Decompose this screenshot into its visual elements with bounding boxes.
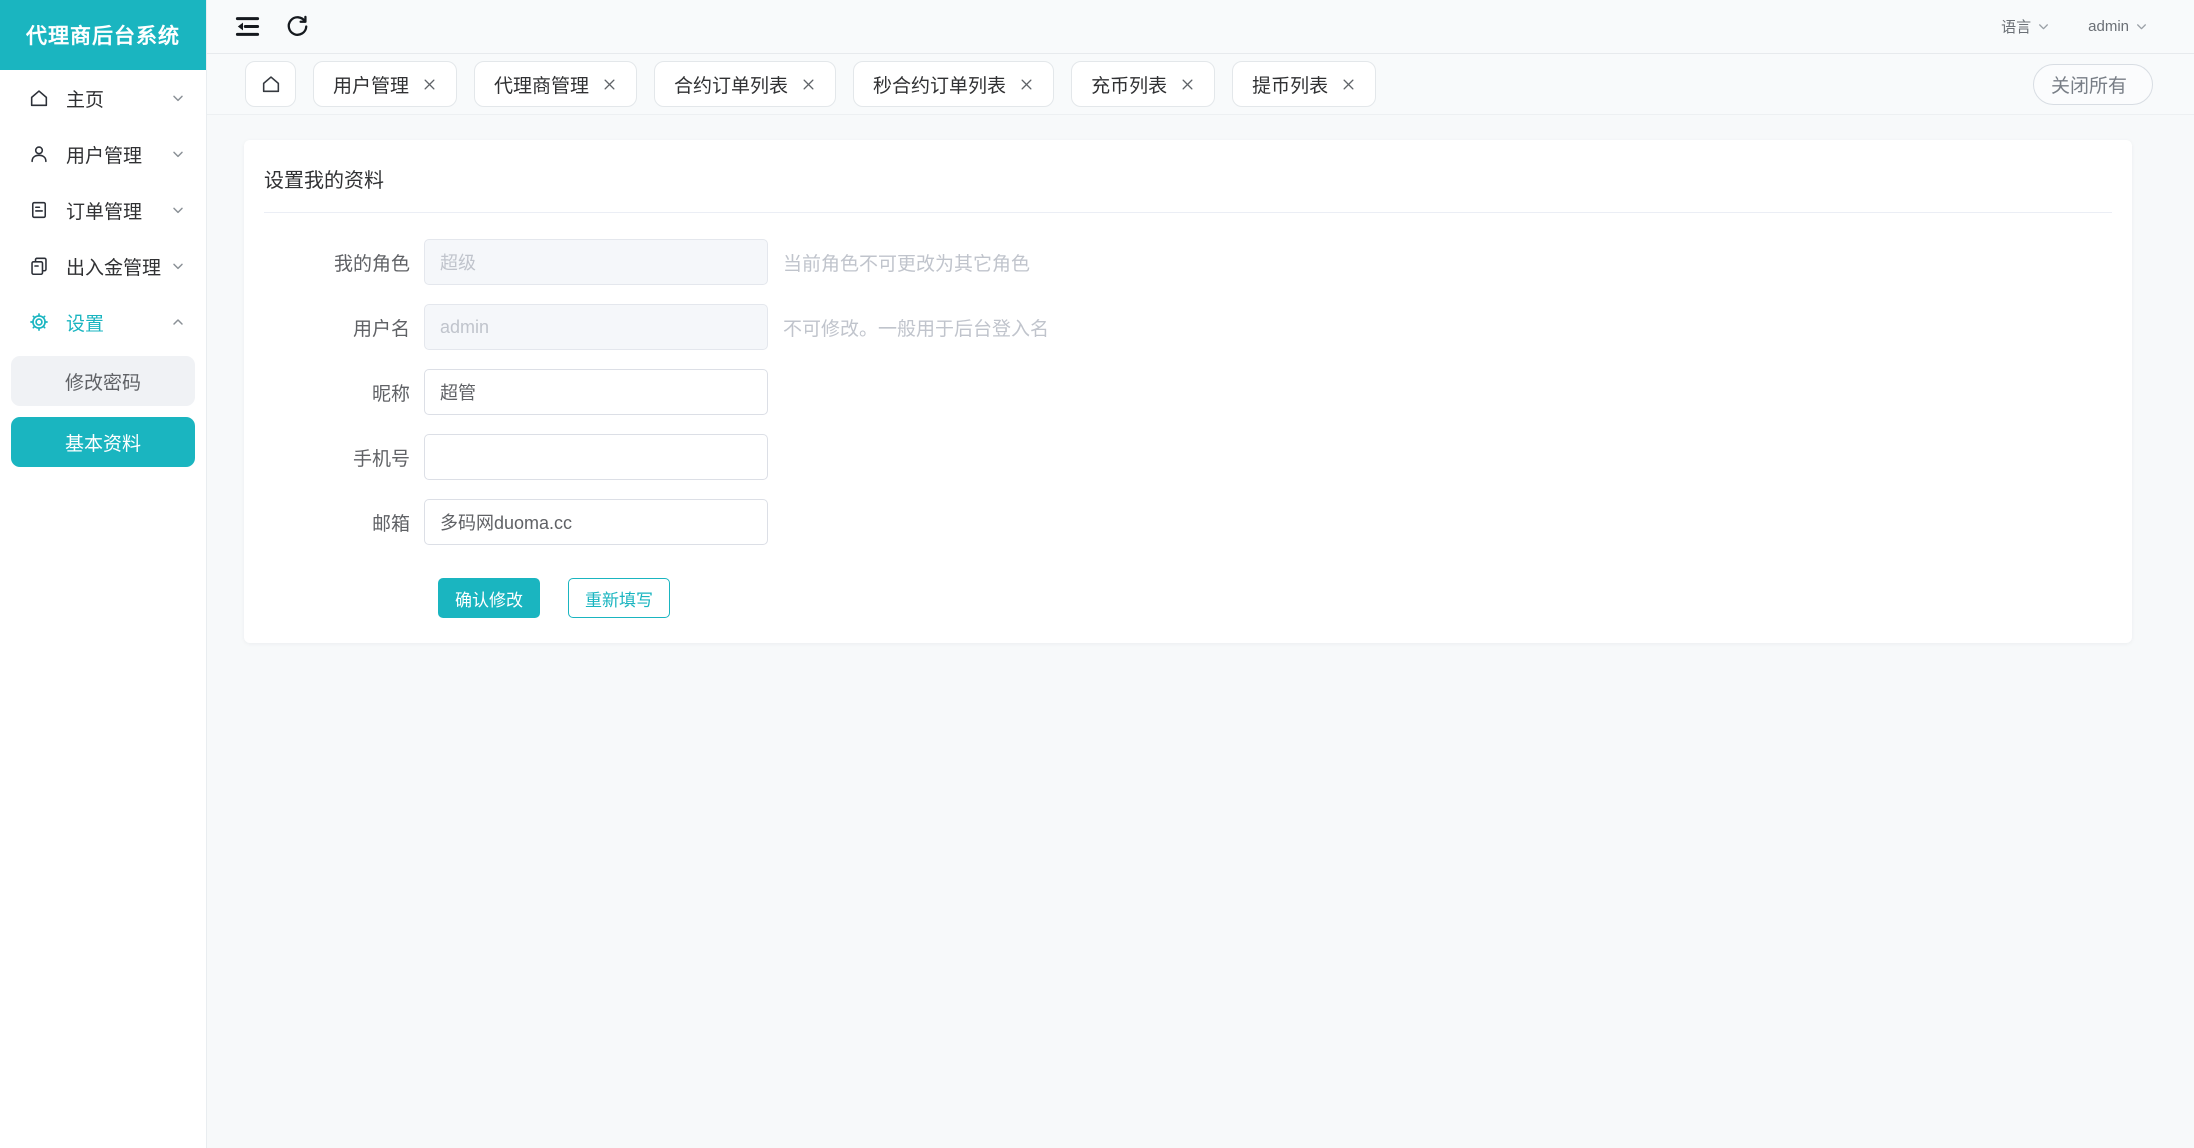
role-label: 我的角色 xyxy=(264,249,424,276)
sidebar-item-label: 设置 xyxy=(66,309,170,336)
submenu-item-change-password[interactable]: 修改密码 xyxy=(11,356,195,406)
tab-label: 合约订单列表 xyxy=(674,71,788,98)
tab-label: 秒合约订单列表 xyxy=(873,71,1006,98)
form-row-email: 邮箱 xyxy=(264,499,2112,545)
tab-label: 充币列表 xyxy=(1091,71,1167,98)
main-area: 语言 admin 用户管理 代理商管理 xyxy=(207,0,2194,1148)
card-divider xyxy=(264,212,2112,213)
chevron-down-icon xyxy=(2037,20,2050,33)
close-icon[interactable] xyxy=(602,77,617,92)
tab-withdraw-list[interactable]: 提币列表 xyxy=(1232,61,1376,107)
tab-second-contract-orders[interactable]: 秒合约订单列表 xyxy=(853,61,1054,107)
chevron-down-icon xyxy=(170,90,186,106)
username-hint: 不可修改。一般用于后台登入名 xyxy=(783,314,1049,341)
close-icon[interactable] xyxy=(801,77,816,92)
tab-contract-orders[interactable]: 合约订单列表 xyxy=(654,61,836,107)
sidebar-item-label: 出入金管理 xyxy=(66,253,170,280)
close-icon[interactable] xyxy=(1341,77,1356,92)
language-dropdown[interactable]: 语言 xyxy=(2001,16,2050,37)
reset-button[interactable]: 重新填写 xyxy=(568,578,670,618)
chevron-down-icon xyxy=(170,146,186,162)
nickname-field[interactable] xyxy=(424,369,768,415)
tab-label: 用户管理 xyxy=(333,71,409,98)
sidebar-item-settings[interactable]: 设置 xyxy=(0,294,206,350)
submenu-item-basic-profile[interactable]: 基本资料 xyxy=(11,417,195,467)
sidebar-item-funds-management[interactable]: 出入金管理 xyxy=(0,238,206,294)
nickname-label: 昵称 xyxy=(264,379,424,406)
order-icon xyxy=(28,199,50,221)
language-label: 语言 xyxy=(2001,16,2031,37)
close-all-tabs-button[interactable]: 关闭所有 xyxy=(2033,64,2153,105)
tab-label: 代理商管理 xyxy=(494,71,589,98)
home-icon xyxy=(28,87,50,109)
chevron-down-icon xyxy=(2135,20,2148,33)
refresh-icon[interactable] xyxy=(282,12,312,42)
tab-user-management[interactable]: 用户管理 xyxy=(313,61,457,107)
tab-agent-management[interactable]: 代理商管理 xyxy=(474,61,637,107)
form-row-username: 用户名 不可修改。一般用于后台登入名 xyxy=(264,304,2112,350)
chevron-up-icon xyxy=(170,314,186,330)
close-all-label: 关闭所有 xyxy=(2051,71,2127,98)
phone-label: 手机号 xyxy=(264,444,424,471)
username-label: 用户名 xyxy=(264,314,424,341)
email-label: 邮箱 xyxy=(264,509,424,536)
close-icon[interactable] xyxy=(422,77,437,92)
username-label: admin xyxy=(2088,18,2129,35)
sidebar: 代理商后台系统 主页 用户管理 订单管理 xyxy=(0,0,207,1148)
tab-bar: 用户管理 代理商管理 合约订单列表 秒合约订单列表 充币列表 xyxy=(207,54,2194,115)
tab-label: 提币列表 xyxy=(1252,71,1328,98)
chevron-down-icon xyxy=(170,258,186,274)
sidebar-item-label: 用户管理 xyxy=(66,141,170,168)
sidebar-item-label: 主页 xyxy=(66,85,170,112)
sidebar-item-label: 订单管理 xyxy=(66,197,170,224)
form-actions: 确认修改 重新填写 xyxy=(438,578,2112,618)
settings-submenu: 修改密码 基本资料 xyxy=(0,350,206,467)
confirm-button[interactable]: 确认修改 xyxy=(438,578,540,618)
phone-field[interactable] xyxy=(424,434,768,480)
user-dropdown[interactable]: admin xyxy=(2088,18,2148,35)
gear-icon xyxy=(28,311,50,333)
top-navbar: 语言 admin xyxy=(207,0,2194,54)
email-field[interactable] xyxy=(424,499,768,545)
collapse-sidebar-icon[interactable] xyxy=(232,12,262,42)
content-area: 设置我的资料 我的角色 当前角色不可更改为其它角色 用户名 不可修改。一般用于后… xyxy=(207,115,2194,1148)
tab-deposit-list[interactable]: 充币列表 xyxy=(1071,61,1215,107)
sidebar-item-home[interactable]: 主页 xyxy=(0,70,206,126)
tab-home[interactable] xyxy=(245,61,296,107)
profile-card: 设置我的资料 我的角色 当前角色不可更改为其它角色 用户名 不可修改。一般用于后… xyxy=(244,140,2132,643)
user-icon xyxy=(28,143,50,165)
role-hint: 当前角色不可更改为其它角色 xyxy=(783,249,1030,276)
close-icon[interactable] xyxy=(1180,77,1195,92)
username-field[interactable] xyxy=(424,304,768,350)
form-row-role: 我的角色 当前角色不可更改为其它角色 xyxy=(264,239,2112,285)
form-row-phone: 手机号 xyxy=(264,434,2112,480)
funds-icon xyxy=(28,255,50,277)
close-icon[interactable] xyxy=(1019,77,1034,92)
sidebar-item-order-management[interactable]: 订单管理 xyxy=(0,182,206,238)
role-field[interactable] xyxy=(424,239,768,285)
profile-form: 我的角色 当前角色不可更改为其它角色 用户名 不可修改。一般用于后台登入名 昵称… xyxy=(264,239,2112,618)
sidebar-menu: 主页 用户管理 订单管理 xyxy=(0,70,206,467)
app-title: 代理商后台系统 xyxy=(0,0,206,70)
chevron-down-icon xyxy=(170,202,186,218)
home-icon xyxy=(260,73,282,95)
form-row-nickname: 昵称 xyxy=(264,369,2112,415)
sidebar-item-user-management[interactable]: 用户管理 xyxy=(0,126,206,182)
page-title: 设置我的资料 xyxy=(264,164,2112,193)
